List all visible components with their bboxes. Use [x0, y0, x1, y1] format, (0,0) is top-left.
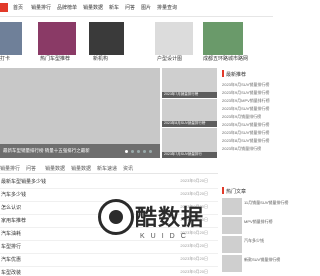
hero-card[interactable] [89, 22, 124, 55]
hero-image [89, 22, 124, 55]
hero-card[interactable] [203, 22, 243, 55]
watermark-text: 酷数据 [135, 205, 205, 230]
hot-item-title[interactable]: 汽车多少钱 [244, 238, 264, 244]
list-item-date: 2023年9月20日 [180, 191, 208, 196]
hot-item-title[interactable]: 11月销量SUV销量排行榜 [244, 200, 288, 206]
hero-card[interactable] [155, 22, 193, 55]
thumb-caption[interactable]: 2023年7月销量排行榜 [164, 92, 198, 97]
latest-item[interactable]: 2023年9月SUV销量排行榜 [222, 82, 273, 88]
list-item-title[interactable]: 家用车推荐 [1, 217, 26, 224]
list-item-date: 2023年9月20日 [180, 243, 208, 248]
latest-item[interactable]: 2023年8月销量排行榜 [222, 146, 273, 152]
hot-item[interactable]: MPV销量排行榜 [222, 217, 273, 236]
list-item-date: 2023年9月20日 [180, 256, 208, 261]
hero-image [155, 22, 193, 55]
thumb-caption[interactable]: 2023年7月SUV销量排行 [164, 152, 202, 157]
list-item-title[interactable]: 怎么认识 [1, 204, 21, 211]
hero-image [0, 22, 22, 55]
hot-title: 热门文章 [226, 189, 247, 195]
list-item[interactable]: 车型改装 2023年9月20日 [0, 266, 218, 276]
slider-dot[interactable] [131, 150, 134, 153]
latest-item[interactable]: 2023年9月SUV销量排行榜 [222, 122, 273, 128]
slider-dot[interactable] [125, 150, 128, 153]
list-item-date: 2023年9月20日 [180, 178, 208, 183]
section-marker [222, 187, 224, 194]
latest-item[interactable]: 2023年9月MPV销量排行榜 [222, 98, 273, 104]
latest-item[interactable]: 2023年8月SUV销量排行榜 [222, 138, 273, 144]
watermark-logo-icon [98, 199, 134, 235]
nav-item-displacement[interactable]: 排量查询 [157, 4, 177, 11]
hot-item-title[interactable]: MPV销量排行榜 [244, 219, 273, 225]
side-thumb[interactable]: 2023年7月SUV销量排行 [162, 128, 217, 158]
hero-caption[interactable]: 成都五环路城市路网 [203, 55, 248, 62]
list-item[interactable]: 最新车型销量多少钱 2023年9月20日 [0, 175, 218, 189]
list-item-title[interactable]: 最新车型销量多少钱 [1, 178, 46, 185]
nav-item-new-car[interactable]: 新车 [109, 4, 119, 11]
hero-card[interactable] [0, 22, 22, 55]
nav-item-home[interactable]: 首页 [13, 4, 23, 11]
latest-item[interactable]: 2023年9月SUV销量排行榜 [222, 106, 273, 112]
hero-caption[interactable]: 新机构 [93, 55, 108, 62]
tab-qa[interactable]: 问答 [26, 165, 36, 172]
hero-image [203, 22, 243, 55]
list-item-title[interactable]: 汽车油耗 [1, 230, 21, 237]
hot-item[interactable]: 11月销量SUV销量排行榜 [222, 198, 288, 217]
list-item-title[interactable]: 汽车优惠 [1, 256, 21, 263]
nav-item-images[interactable]: 图片 [141, 4, 151, 11]
brand-logo[interactable] [0, 3, 8, 12]
list-item-title[interactable]: 车型排行 [1, 243, 21, 250]
hot-thumb[interactable] [222, 255, 242, 272]
hero-caption[interactable]: 打卡 [0, 55, 10, 62]
hero-caption[interactable]: 户型设计图 [157, 55, 182, 62]
thumb-caption[interactable]: 2023年8月SUV销量排行榜 [164, 121, 205, 126]
list-item[interactable]: 车型排行 2023年9月20日 [0, 240, 218, 254]
hot-thumb[interactable] [222, 198, 242, 215]
side-thumb[interactable]: 2023年7月销量排行榜 [162, 68, 217, 98]
slider-caption[interactable]: 最新车型销量排行榜 销量十五强排行之最新 [3, 148, 90, 154]
slider-dot[interactable] [137, 150, 140, 153]
slider-dot[interactable] [143, 150, 146, 153]
top-nav: 首页 销量排行 品牌榜单 销量数据 新车 问答 图片 排量查询 [0, 0, 273, 17]
nav-item-sales-data[interactable]: 销量数据 [83, 4, 103, 11]
hero-caption[interactable]: 热门车型推荐 [40, 55, 70, 62]
hot-thumb[interactable] [222, 217, 242, 234]
latest-item[interactable]: 2023年9月销量排行榜 [222, 114, 273, 120]
nav-item-sales-rank[interactable]: 销量排行 [31, 4, 51, 11]
side-thumb[interactable]: 2023年8月SUV销量排行榜 [162, 99, 217, 127]
tab-news[interactable]: 资讯 [123, 165, 133, 172]
hero-card[interactable] [38, 22, 76, 55]
image-slider[interactable]: 最新车型销量排行榜 销量十五强排行之最新 [0, 68, 160, 158]
content-tabs: 销量排行 问答 销量数据 销量数据 新车速递 资讯 [0, 164, 218, 174]
nav-item-brand-list[interactable]: 品牌榜单 [57, 4, 77, 11]
tab-sales-data-2[interactable]: 销量数据 [71, 165, 91, 172]
hot-item-title[interactable]: 新款SUV销量排行榜 [244, 257, 280, 263]
list-item[interactable]: 汽车优惠 2023年9月20日 [0, 253, 218, 267]
tab-sales-rank[interactable]: 销量排行 [0, 165, 20, 172]
latest-item[interactable]: 2023年8月SUV销量排行榜 [222, 130, 273, 136]
hot-item[interactable]: 新款SUV销量排行榜 [222, 255, 280, 274]
latest-item[interactable]: 2023年9月SUV销量排行榜 [222, 90, 273, 96]
section-marker [222, 70, 224, 77]
latest-title: 最新推荐 [226, 72, 247, 78]
hero-image [38, 22, 76, 55]
hot-item[interactable]: 汽车多少钱 [222, 236, 273, 255]
hot-thumb[interactable] [222, 236, 242, 253]
nav-item-qa[interactable]: 问答 [125, 4, 135, 11]
list-item-date: 2023年9月20日 [180, 269, 208, 274]
tab-new-car[interactable]: 新车速递 [97, 165, 117, 172]
tab-sales-data[interactable]: 销量数据 [45, 165, 65, 172]
list-item-title[interactable]: 汽车多少钱 [1, 191, 26, 198]
watermark-subtext: KUIDC [140, 233, 192, 240]
slider-dot[interactable] [149, 150, 152, 153]
